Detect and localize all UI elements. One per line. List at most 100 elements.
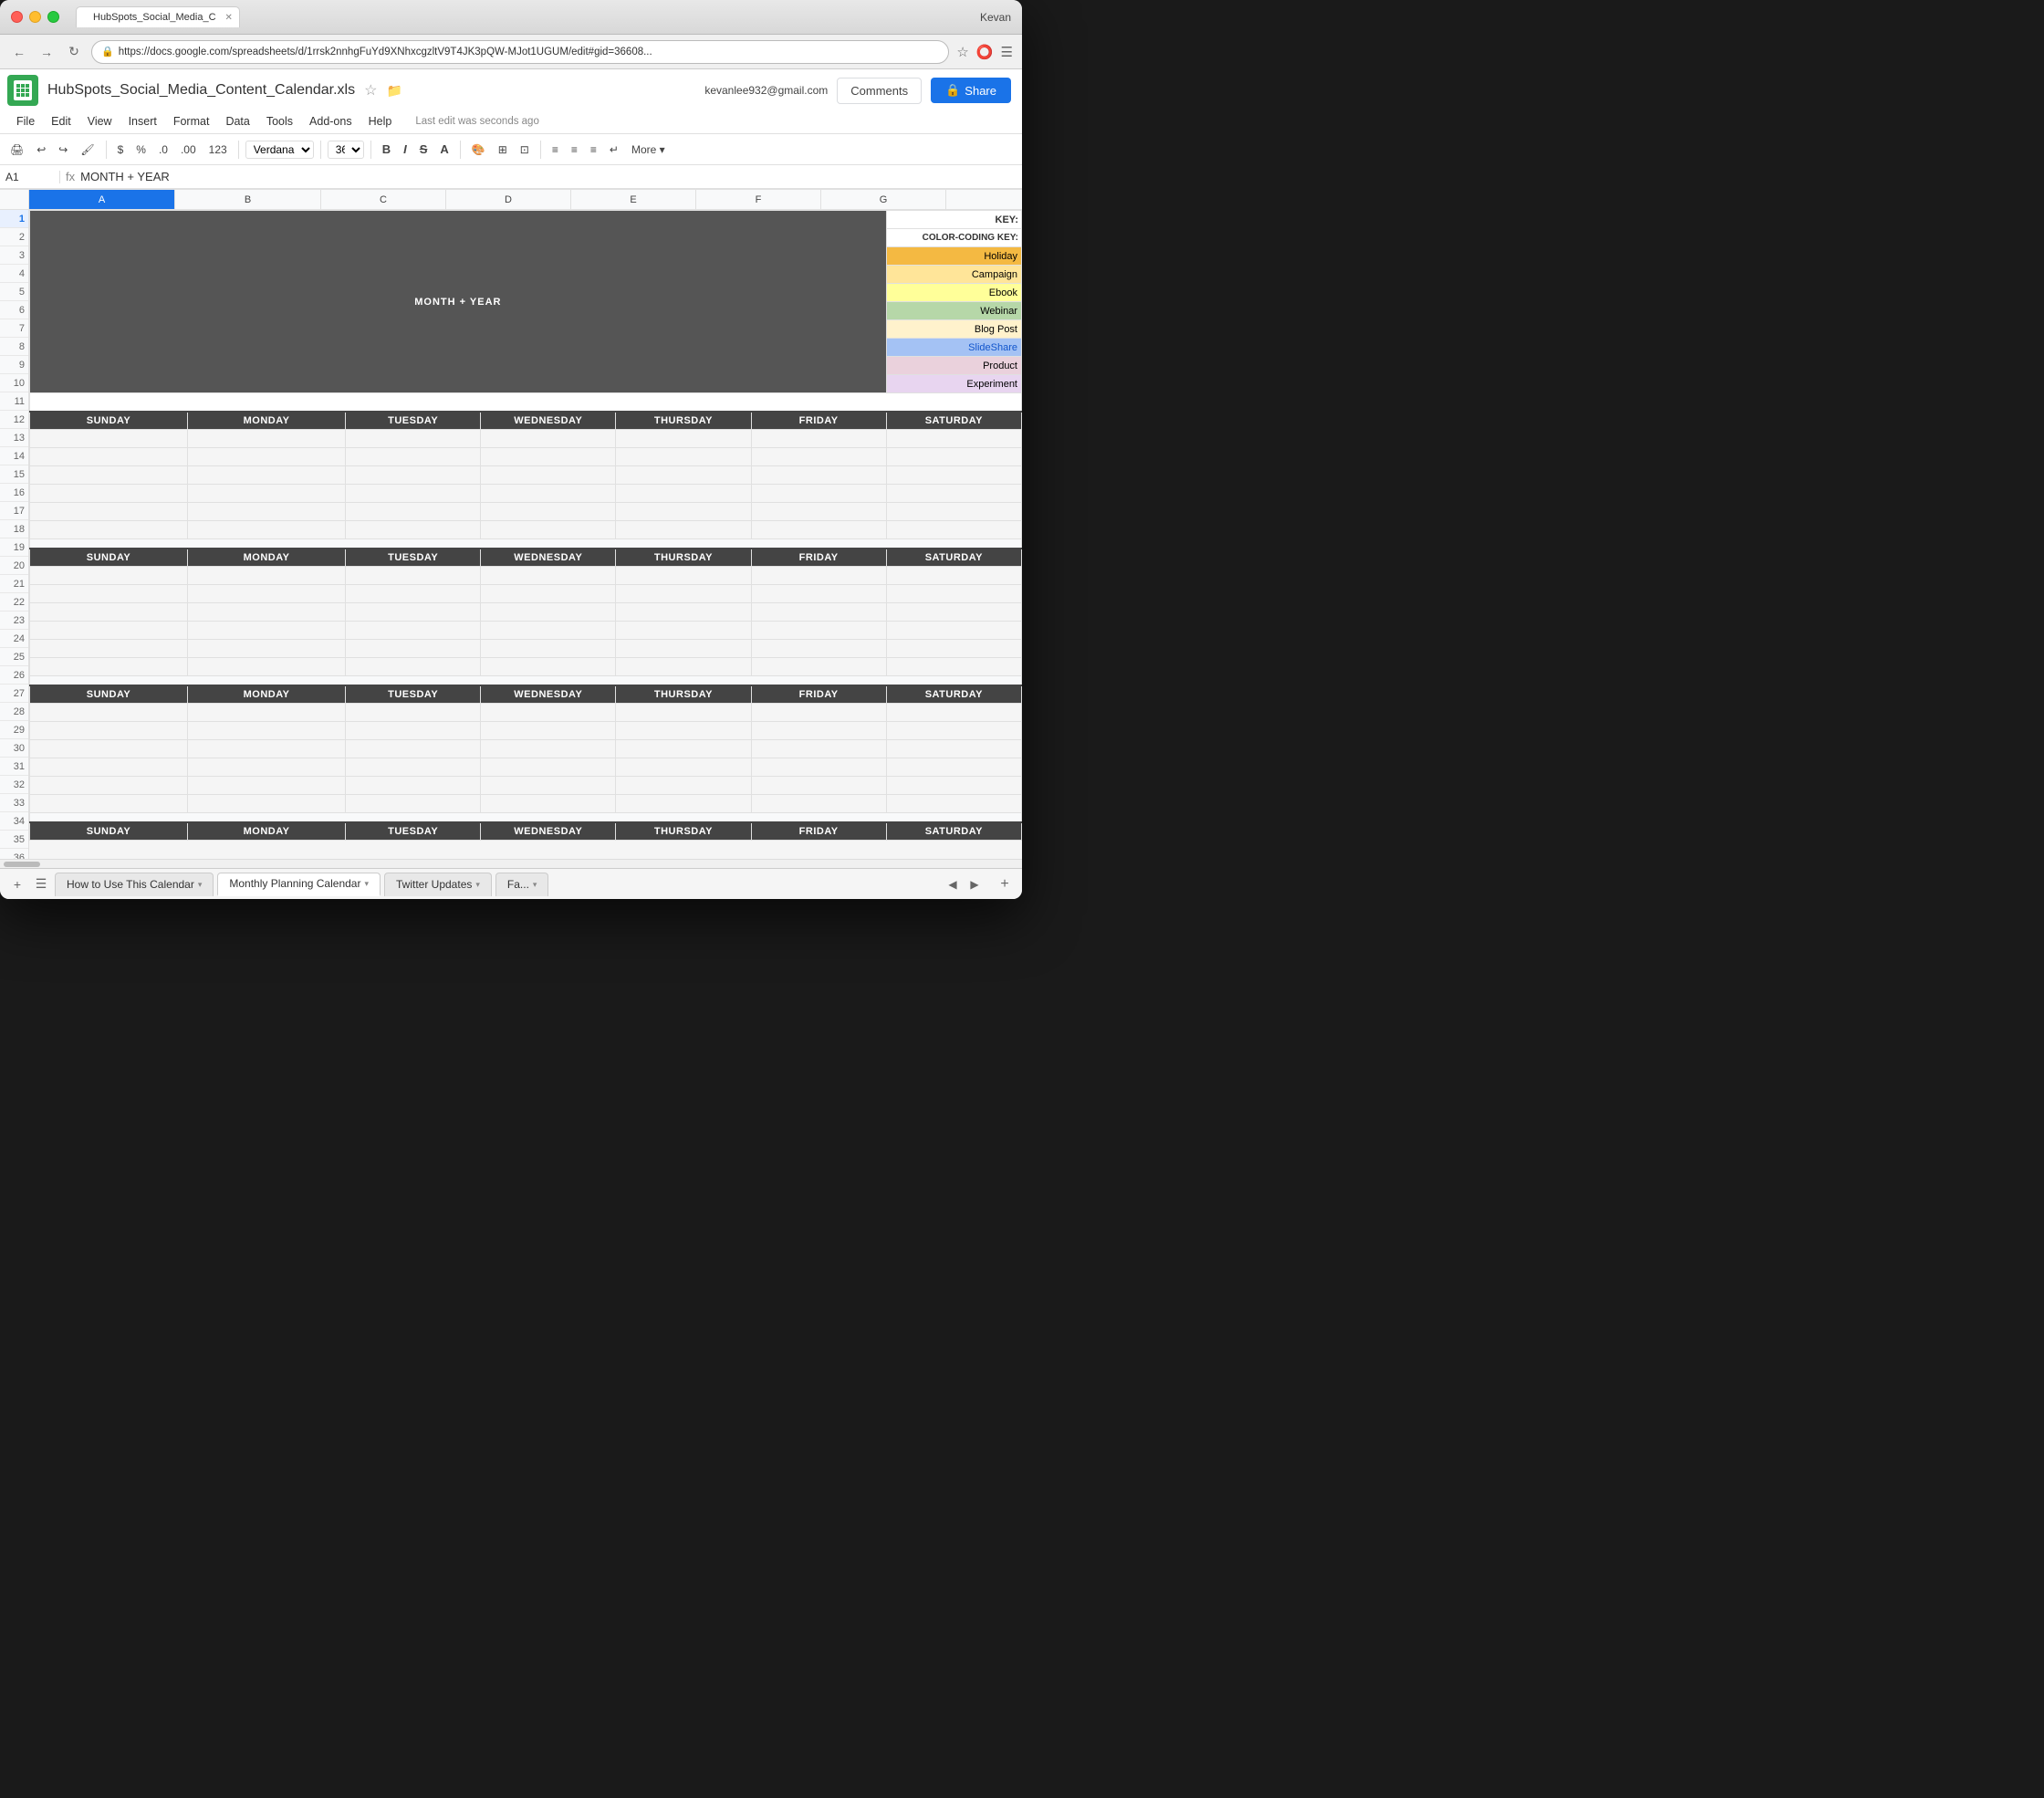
font-color-btn[interactable]: A [435,141,453,158]
row-3[interactable]: 3 [0,246,28,265]
sheets-list-button[interactable]: ☰ [31,874,51,894]
row-25[interactable]: 25 [0,648,28,666]
menu-view[interactable]: View [80,112,120,131]
format-number-btn[interactable]: 123 [204,141,232,158]
share-button[interactable]: 🔒 Share [931,78,1011,103]
row-30[interactable]: 30 [0,739,28,758]
folder-icon[interactable]: 📁 [386,83,402,99]
increase-decimal-btn[interactable]: .00 [176,141,201,158]
row-19[interactable]: 19 [0,538,28,557]
menu-data[interactable]: Data [218,112,256,131]
url-bar[interactable]: 🔒 https://docs.google.com/spreadsheets/d… [91,40,949,64]
decrease-decimal-btn[interactable]: .0 [154,141,172,158]
redo-btn[interactable]: ↪ [54,141,72,158]
bold-btn[interactable]: B [378,141,395,158]
row-26[interactable]: 26 [0,666,28,685]
row-13[interactable]: 13 [0,429,28,447]
row-5[interactable]: 5 [0,283,28,301]
merge-btn[interactable]: ⊡ [516,141,534,158]
browser-tab[interactable]: HubSpots_Social_Media_C ✕ [76,6,240,27]
comments-button[interactable]: Comments [837,78,922,104]
add-new-sheet-button[interactable]: + [995,874,1015,894]
row-29[interactable]: 29 [0,721,28,739]
align-right-btn[interactable]: ≡ [586,141,601,158]
forward-button[interactable]: → [36,42,57,62]
wrap-btn[interactable]: ↵ [605,141,623,158]
tab-next-button[interactable]: ▶ [965,875,984,894]
menu-tools[interactable]: Tools [259,112,300,131]
menu-help[interactable]: Help [361,112,400,131]
grid-content[interactable]: MONTH + YEAR KEY: COLOR-CODING KEY: Holi… [29,210,1022,859]
font-size-selector[interactable]: 36 [328,141,364,159]
maximize-button[interactable] [47,11,59,23]
italic-btn[interactable]: I [399,141,412,158]
row-35[interactable]: 35 [0,831,28,849]
row-36[interactable]: 36 [0,849,28,859]
menu-addons[interactable]: Add-ons [302,112,360,131]
col-header-f[interactable]: F [696,190,821,209]
tab-close-icon[interactable]: ✕ [225,13,233,23]
row-22[interactable]: 22 [0,593,28,612]
row-33[interactable]: 33 [0,794,28,812]
border-btn[interactable]: ⊞ [494,141,512,158]
row-16[interactable]: 16 [0,484,28,502]
col-header-d[interactable]: D [446,190,571,209]
paint-format-btn[interactable]: 🖌 [76,141,99,158]
row-34[interactable]: 34 [0,812,28,831]
tab-how-to-use[interactable]: How to Use This Calendar ▾ [55,873,214,896]
horizontal-scrollbar[interactable] [0,859,1022,868]
row-20[interactable]: 20 [0,557,28,575]
bookmark-icon[interactable]: ☆ [956,44,968,60]
row-15[interactable]: 15 [0,465,28,484]
refresh-button[interactable]: ↻ [64,42,84,62]
print-btn[interactable]: 🖨 [5,141,28,158]
menu-edit[interactable]: Edit [44,112,78,131]
menu-icon[interactable]: ☰ [1001,44,1013,60]
menu-file[interactable]: File [9,112,42,131]
minimize-button[interactable] [29,11,41,23]
row-27[interactable]: 27 [0,685,28,703]
col-header-e[interactable]: E [571,190,696,209]
formula-content[interactable]: MONTH + YEAR [80,170,1017,183]
row-32[interactable]: 32 [0,776,28,794]
row-12[interactable]: 12 [0,411,28,429]
row-24[interactable]: 24 [0,630,28,648]
undo-btn[interactable]: ↩ [32,141,50,158]
cell-reference[interactable]: A1 [5,171,60,183]
align-center-btn[interactable]: ≡ [567,141,582,158]
tab-twitter-updates[interactable]: Twitter Updates ▾ [384,873,492,896]
more-btn[interactable]: More ▾ [627,141,670,158]
strikethrough-btn[interactable]: S [415,141,433,158]
row-17[interactable]: 17 [0,502,28,520]
add-sheet-button[interactable]: + [7,874,27,894]
row-7[interactable]: 7 [0,319,28,338]
title-merged-cell[interactable]: MONTH + YEAR [30,211,887,393]
star-icon[interactable]: ☆ [364,81,377,99]
align-left-btn[interactable]: ≡ [548,141,563,158]
col-header-c[interactable]: C [321,190,446,209]
col-header-g[interactable]: G [821,190,946,209]
col-header-b[interactable]: B [175,190,321,209]
col-header-a[interactable]: A [29,190,175,209]
row-31[interactable]: 31 [0,758,28,776]
row-8[interactable]: 8 [0,338,28,356]
menu-insert[interactable]: Insert [121,112,164,131]
row-10[interactable]: 10 [0,374,28,392]
scroll-thumb[interactable] [4,862,40,867]
row-14[interactable]: 14 [0,447,28,465]
row-11[interactable]: 11 [0,392,28,411]
row-18[interactable]: 18 [0,520,28,538]
font-selector[interactable]: Verdana [245,141,314,159]
percent-btn[interactable]: % [131,141,151,158]
row-21[interactable]: 21 [0,575,28,593]
tab-monthly-planning[interactable]: Monthly Planning Calendar ▾ [217,873,381,896]
row-9[interactable]: 9 [0,356,28,374]
row-28[interactable]: 28 [0,703,28,721]
close-button[interactable] [11,11,23,23]
row-4[interactable]: 4 [0,265,28,283]
currency-btn[interactable]: $ [113,141,129,158]
row-2[interactable]: 2 [0,228,28,246]
row-6[interactable]: 6 [0,301,28,319]
row-1[interactable]: 1 [0,210,28,228]
fill-color-btn[interactable]: 🎨 [467,141,490,158]
